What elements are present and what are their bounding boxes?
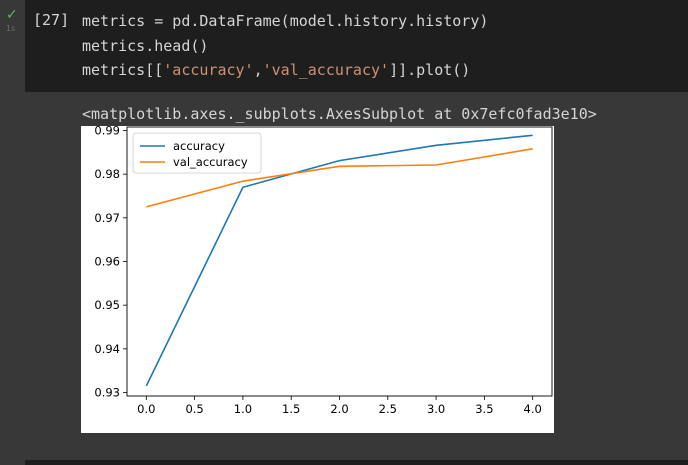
- execution-count: [27]: [33, 11, 70, 29]
- legend-label: val_accuracy: [173, 155, 248, 169]
- x-tick-label: 3.0: [427, 402, 445, 416]
- x-tick-label: 0.0: [137, 402, 155, 416]
- code-string-accuracy: 'accuracy': [163, 61, 254, 79]
- x-tick-label: 4.0: [524, 402, 542, 416]
- check-icon: ✓: [6, 7, 18, 23]
- code-line-2: metrics.head(): [82, 36, 209, 55]
- x-tick-label: 0.5: [185, 402, 203, 416]
- code-line-3: metrics[['accuracy','val_accuracy']].plo…: [82, 61, 470, 79]
- next-cell-edge: [25, 460, 688, 465]
- code-comma: ,: [253, 61, 263, 79]
- x-tick-label: 3.5: [475, 402, 493, 416]
- code-string-val-accuracy: 'val_accuracy': [262, 61, 390, 79]
- y-tick-label: 0.96: [94, 255, 120, 269]
- legend-label: accuracy: [173, 139, 225, 153]
- x-tick-label: 2.5: [379, 402, 397, 416]
- plot-output: 0.93 0.94 0.95 0.96 0.97 0.98 0.99 0.0 0.5 1.0 1.5…: [81, 123, 554, 433]
- y-tick-label: 0.93: [94, 386, 120, 400]
- y-tick-label: 0.99: [94, 126, 120, 137]
- output-repr-text: <matplotlib.axes._subplots.AxesSubplot a…: [82, 105, 597, 123]
- y-tick-label: 0.94: [94, 342, 120, 356]
- output-area: <matplotlib.axes._subplots.AxesSubplot a…: [0, 92, 688, 465]
- run-time-label: 1s: [6, 24, 16, 33]
- code-editor[interactable]: metrics = pd.DataFrame(model.history.his…: [82, 9, 488, 83]
- x-tick-label: 1.0: [234, 402, 252, 416]
- y-tick-label: 0.97: [94, 211, 120, 225]
- y-tick-label: 0.98: [94, 167, 120, 181]
- cell-gutter: ✓ 1s: [0, 0, 25, 92]
- code-line-3-suffix: ]].plot(): [389, 61, 471, 79]
- accuracy-line-chart: 0.93 0.94 0.95 0.96 0.97 0.98 0.99 0.0 0.5 1.0 1.5…: [94, 123, 553, 416]
- code-line-1: metrics = pd.DataFrame(model.history.his…: [82, 12, 489, 30]
- code-line-3-prefix: metrics[[: [82, 61, 164, 79]
- y-tick-label: 0.95: [94, 298, 120, 312]
- x-tick-label: 2.0: [330, 402, 348, 416]
- x-tick-label: 1.5: [282, 402, 300, 416]
